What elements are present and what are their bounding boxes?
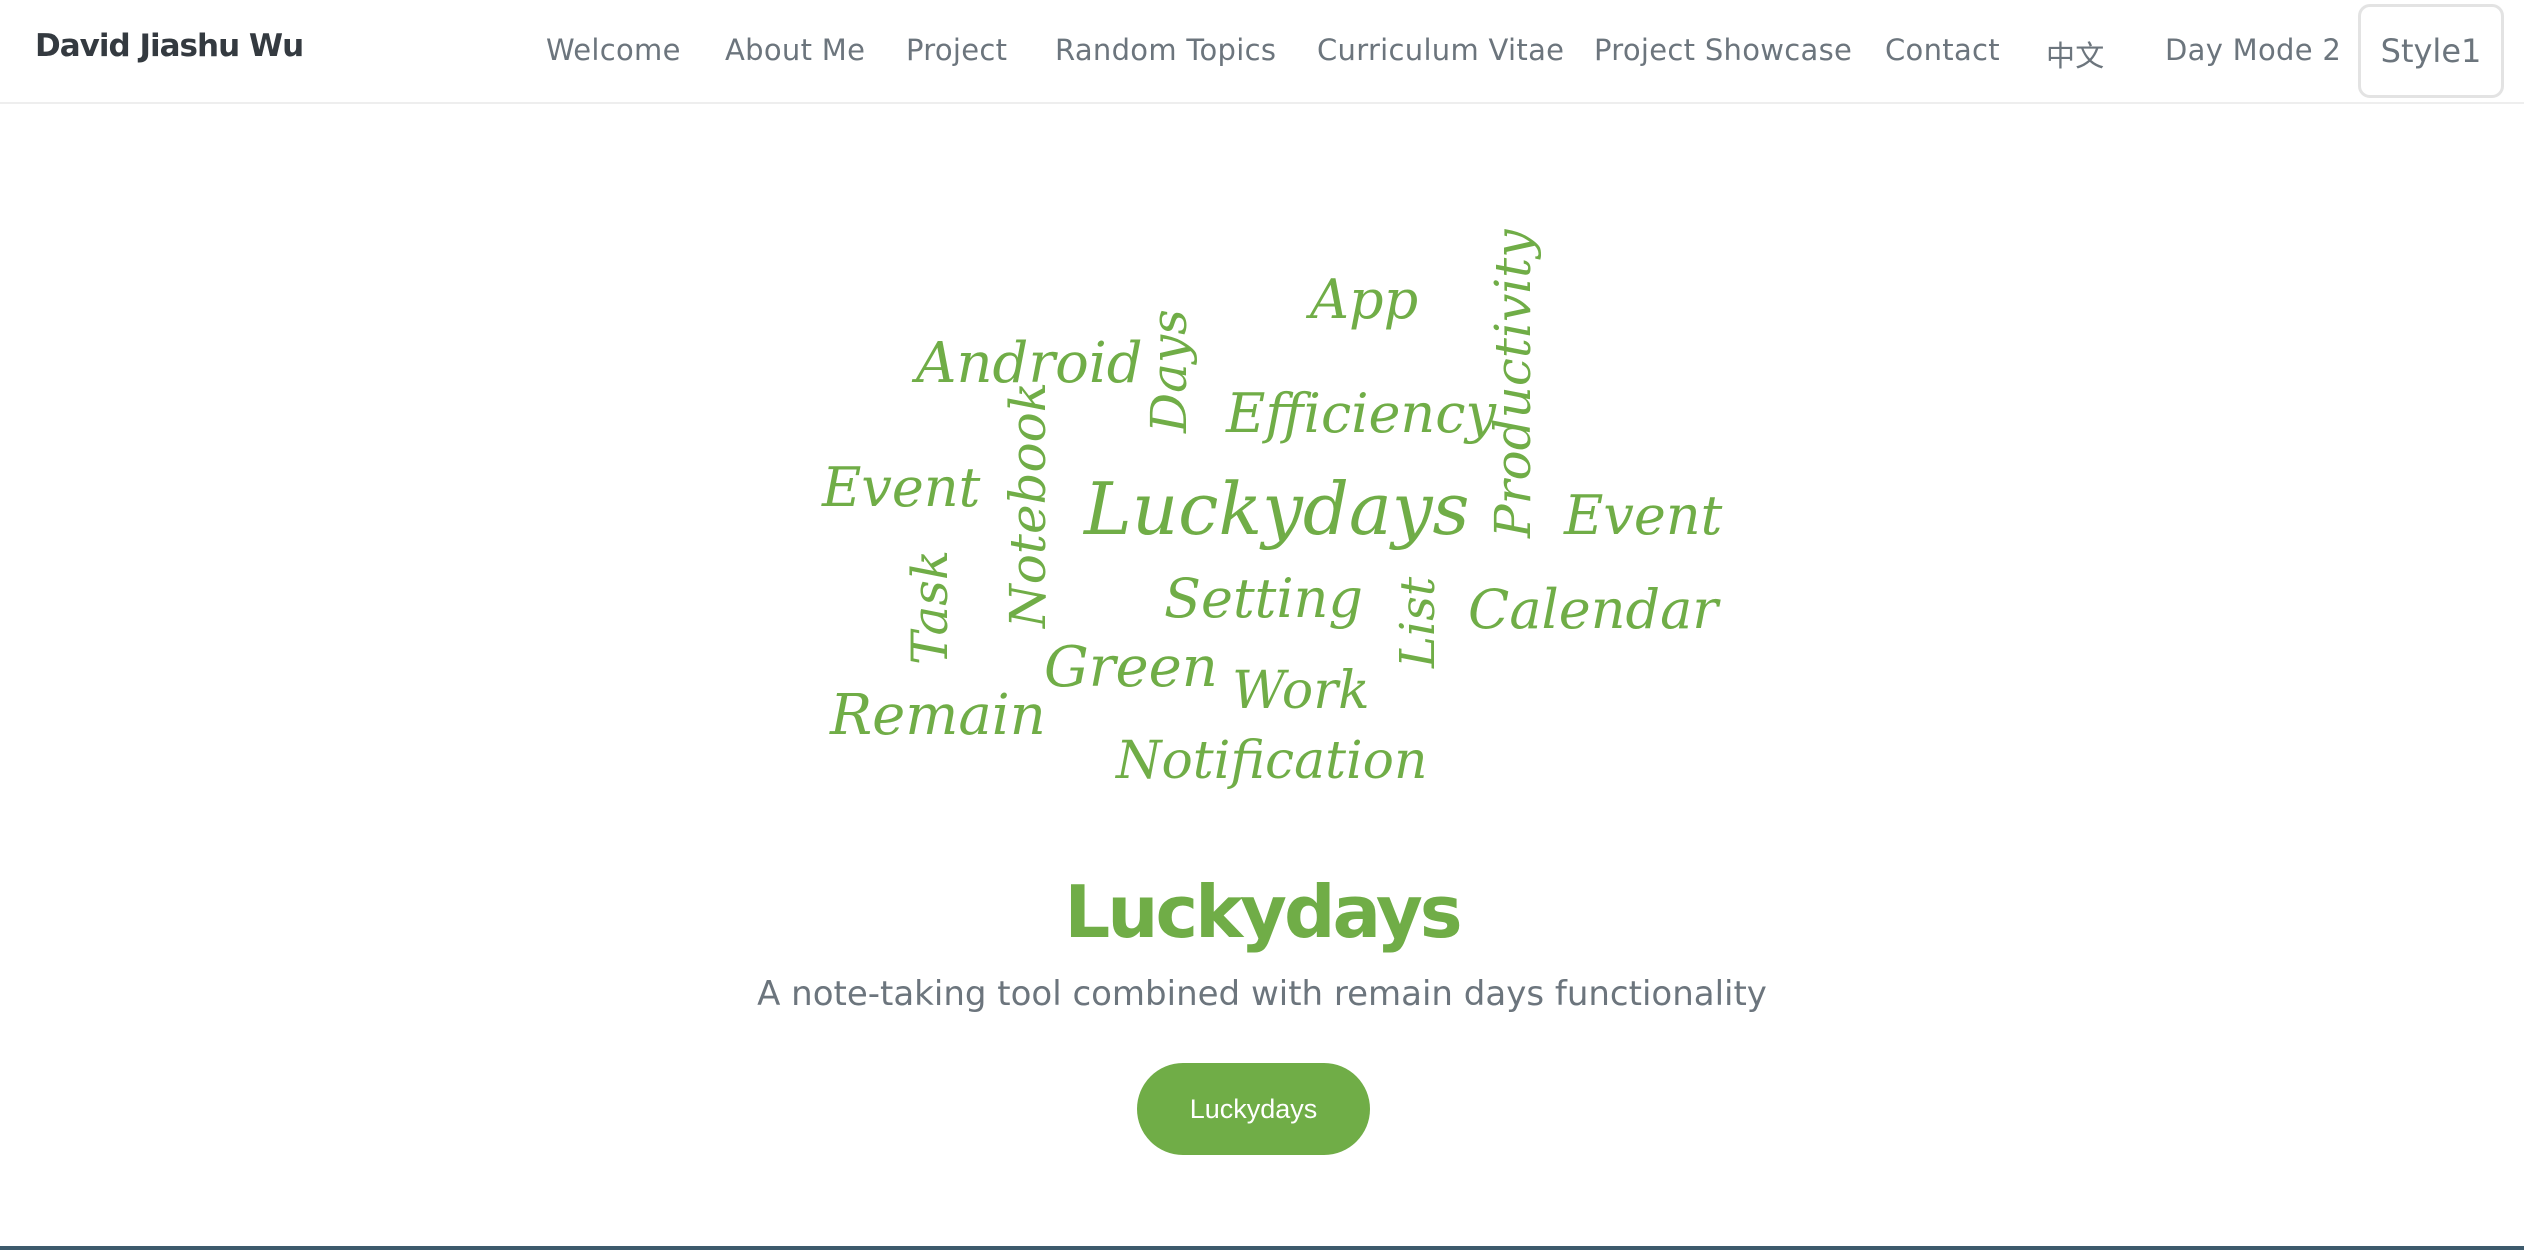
cloud-word-days: Days xyxy=(1140,309,1198,434)
style-toggle-button[interactable]: Style1 xyxy=(2358,4,2504,98)
nav-chinese[interactable]: 中文 xyxy=(2046,33,2105,75)
nav-about-me[interactable]: About Me xyxy=(725,33,865,67)
cloud-word-green: Green xyxy=(1044,635,1218,700)
cloud-word-efficiency: Efficiency xyxy=(1225,382,1497,445)
nav-project[interactable]: Project xyxy=(906,33,1007,67)
cloud-word-notebook: Notebook xyxy=(999,382,1057,629)
nav-contact[interactable]: Contact xyxy=(1885,33,2000,67)
nav-curriculum-vitae[interactable]: Curriculum Vitae xyxy=(1317,33,1564,67)
brand-title[interactable]: David Jiashu Wu xyxy=(35,28,304,64)
cloud-word-luckydays: Luckydays xyxy=(1082,467,1469,551)
cloud-word-work: Work xyxy=(1232,661,1370,721)
cloud-word-event-left: Event xyxy=(821,456,981,519)
navbar: David Jiashu Wu Welcome About Me Project… xyxy=(0,0,2524,104)
cloud-word-remain: Remain xyxy=(829,683,1046,748)
luckydays-button[interactable]: Luckydays xyxy=(1137,1063,1370,1155)
nav-project-showcase[interactable]: Project Showcase xyxy=(1594,33,1852,67)
cloud-word-event-right: Event xyxy=(1563,484,1723,547)
cloud-word-app: App xyxy=(1305,268,1418,331)
cloud-word-task: Task xyxy=(901,550,959,665)
nav-random-topics[interactable]: Random Topics xyxy=(1055,33,1276,67)
footer-divider xyxy=(0,1246,2524,1250)
nav-day-mode-2[interactable]: Day Mode 2 xyxy=(2165,33,2341,67)
cloud-word-notification: Notification xyxy=(1114,731,1427,791)
cloud-word-calendar: Calendar xyxy=(1468,578,1721,641)
project-subtitle: A note-taking tool combined with remain … xyxy=(757,974,1767,1014)
cloud-word-list: List xyxy=(1390,576,1446,669)
nav-welcome[interactable]: Welcome xyxy=(546,33,681,67)
cloud-word-setting: Setting xyxy=(1164,567,1363,630)
project-title: Luckydays xyxy=(1064,870,1462,954)
